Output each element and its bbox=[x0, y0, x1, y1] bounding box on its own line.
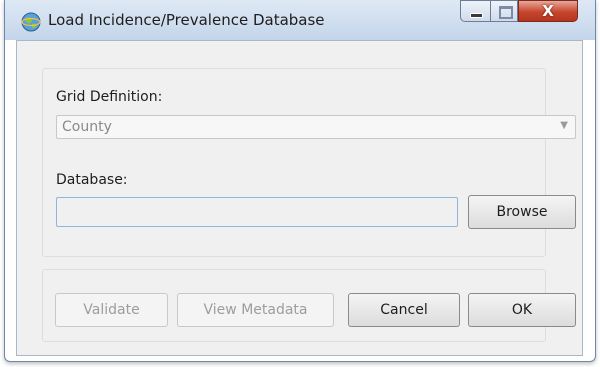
validate-button[interactable]: Validate bbox=[55, 293, 168, 327]
grid-definition-value: County bbox=[62, 119, 112, 135]
ok-button[interactable]: OK bbox=[468, 293, 576, 327]
minimize-icon bbox=[470, 13, 483, 18]
maximize-icon bbox=[499, 6, 513, 19]
cancel-button[interactable]: Cancel bbox=[348, 293, 460, 327]
view-metadata-button[interactable]: View Metadata bbox=[177, 293, 334, 327]
minimize-button[interactable] bbox=[460, 0, 490, 22]
grid-definition-label: Grid Definition: bbox=[56, 89, 163, 105]
title-bar[interactable]: Load Incidence/Prevalence Database X bbox=[5, 0, 595, 40]
database-label: Database: bbox=[56, 172, 128, 188]
browse-button[interactable]: Browse bbox=[468, 195, 576, 229]
chevron-down-icon: ▼ bbox=[560, 120, 568, 131]
dialog-window: Load Incidence/Prevalence Database X Gri… bbox=[4, 0, 596, 362]
globe-icon bbox=[21, 12, 41, 32]
grid-definition-select[interactable]: County ▼ bbox=[56, 115, 576, 139]
maximize-button[interactable] bbox=[490, 0, 518, 22]
database-input[interactable] bbox=[56, 197, 458, 227]
window-title: Load Incidence/Prevalence Database bbox=[48, 11, 325, 29]
close-icon: X bbox=[542, 2, 554, 20]
dialog-body: Grid Definition: County ▼ Database: Brow… bbox=[16, 40, 583, 356]
close-button[interactable]: X bbox=[518, 0, 578, 22]
